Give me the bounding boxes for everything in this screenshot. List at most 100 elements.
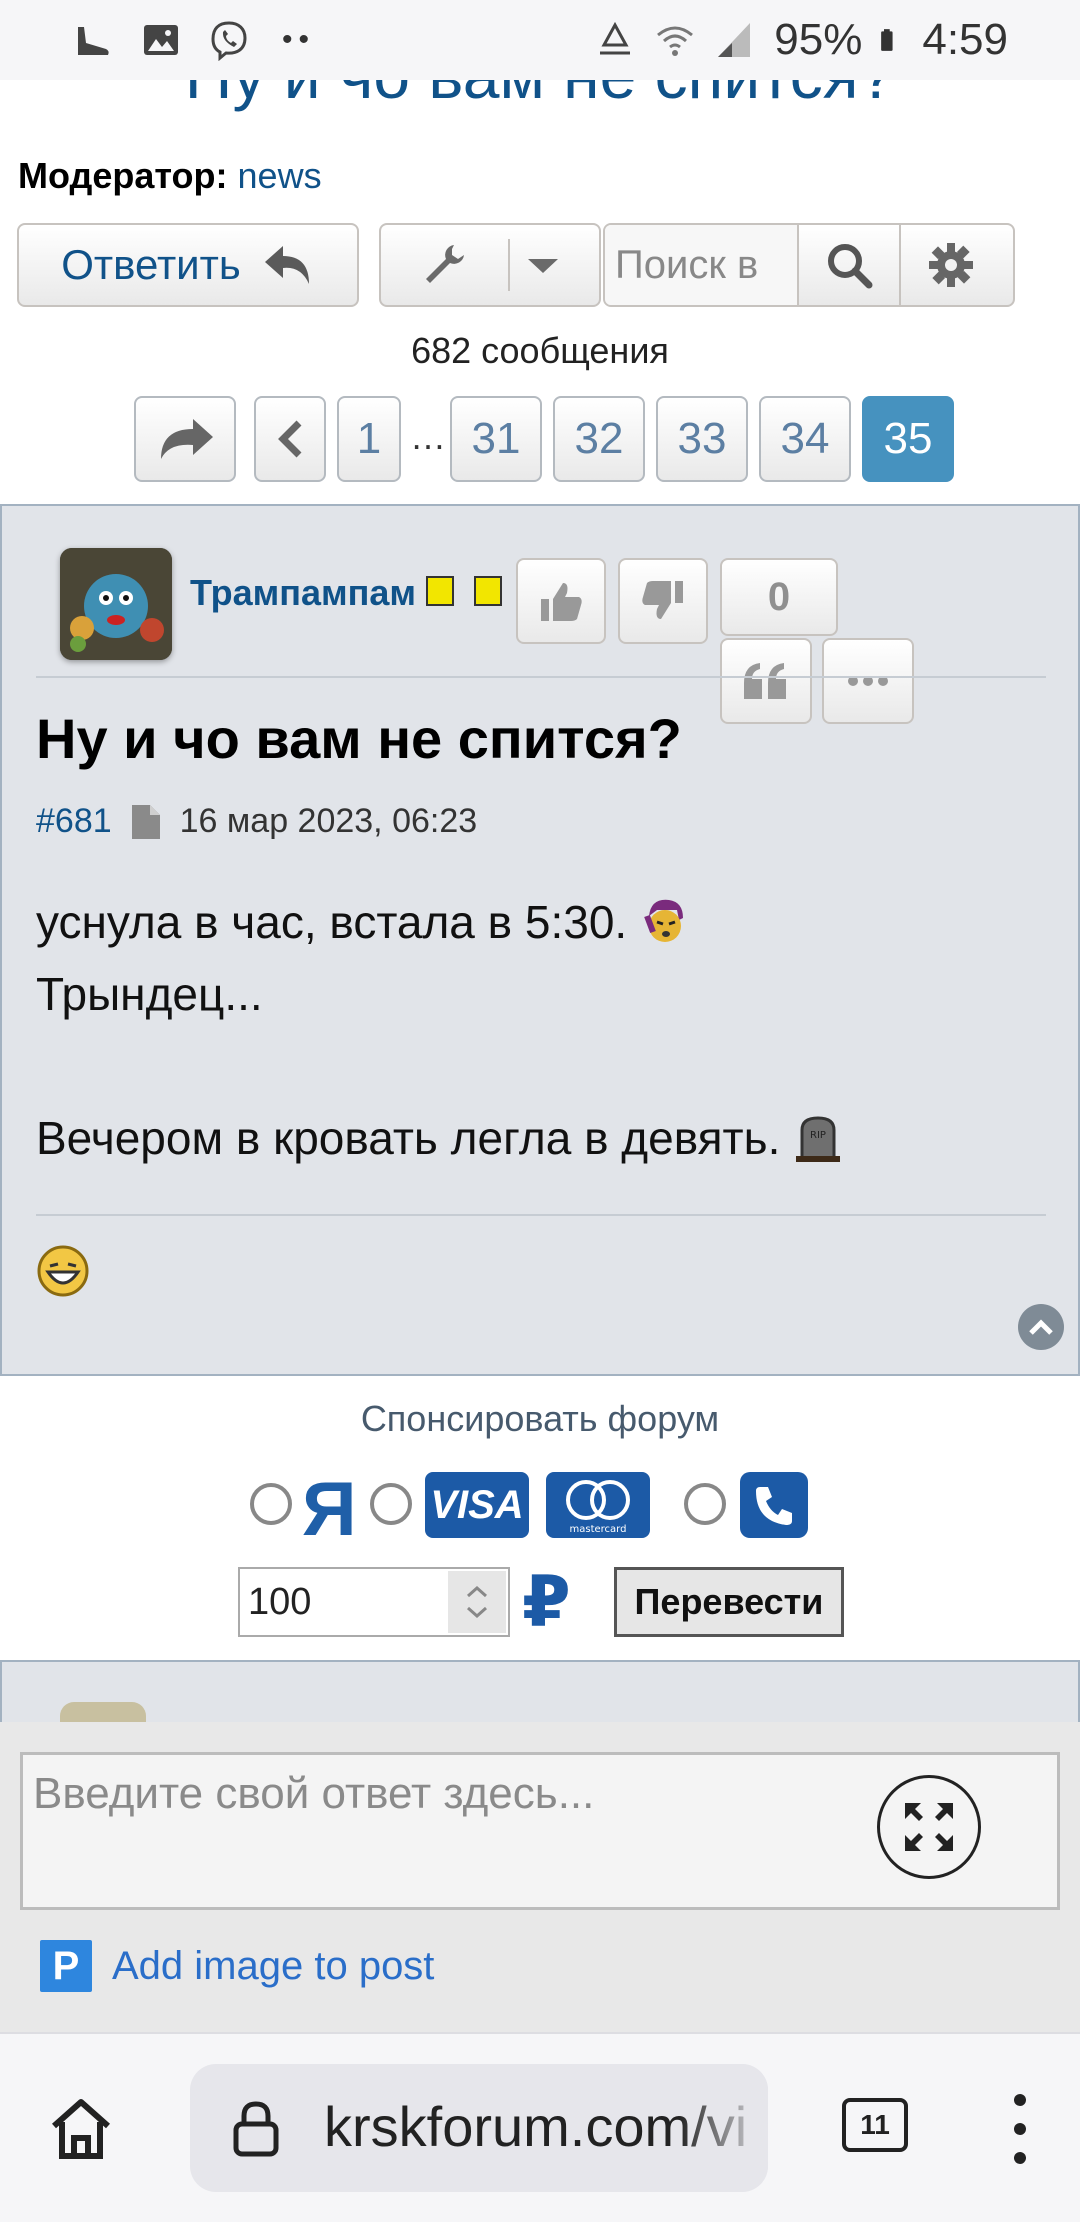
sleepy-emoji-icon (644, 899, 684, 942)
post-meta: #681 16 мар 2023, 06:23 (36, 802, 477, 841)
visa-logo: VISA (425, 1472, 529, 1538)
dislike-button[interactable] (618, 558, 708, 644)
reply-button[interactable]: Ответить (17, 223, 359, 307)
battery-icon (881, 29, 893, 51)
viber-icon (211, 21, 247, 61)
jump-to-page-button[interactable] (134, 396, 236, 482)
chevron-left-icon (278, 420, 302, 458)
clock: 4:59 (922, 15, 1008, 64)
moderator-label: Модератор: (18, 155, 228, 196)
search-icon (828, 244, 873, 289)
postimage-icon: P (40, 1940, 92, 1992)
share-arrow-icon (161, 419, 213, 459)
home-icon[interactable] (46, 2094, 116, 2164)
page-link-1[interactable]: 1 (337, 396, 401, 482)
document-icon (131, 804, 160, 839)
signal-icon (718, 23, 751, 57)
chevron-down-icon (528, 259, 558, 273)
gallery-icon (144, 25, 178, 55)
svg-text:RIP: RIP (810, 1130, 826, 1141)
post: Трампампам 0 Ну и чо вам не спится? #681… (0, 504, 1080, 1376)
quick-reply-panel: Введите свой ответ здесь... P Add image … (0, 1722, 1080, 2032)
lock-icon (233, 2101, 279, 2157)
post-subject: Ну и чо вам не спится? (36, 707, 682, 770)
post-body: уснула в час, встала в 5:30. Трындец... … (36, 886, 844, 1174)
add-image-link[interactable]: P Add image to post (40, 1940, 434, 1992)
pagination: 1 … 31 32 33 34 35 (0, 396, 1080, 482)
more-notifications-icon: •• (282, 23, 316, 56)
recycle-icon (600, 21, 631, 55)
chevron-down-icon (467, 1606, 487, 1618)
post-datetime: 16 мар 2023, 06:23 (179, 802, 478, 840)
add-image-label: Add image to post (112, 1943, 435, 1988)
rank-badge (474, 576, 502, 606)
page-link-32[interactable]: 32 (553, 396, 645, 482)
battery-percent: 95% (774, 15, 863, 64)
quote-button[interactable] (720, 638, 812, 724)
card-radio[interactable] (370, 1483, 412, 1525)
wifi-icon (657, 26, 694, 56)
chevron-up-icon (1029, 1319, 1053, 1335)
quote-icon (744, 663, 786, 699)
wrench-icon (426, 245, 464, 283)
prev-page-button[interactable] (254, 396, 326, 482)
post-header-divider (36, 676, 1046, 678)
address-bar[interactable]: krskforum.com/vi (190, 2064, 768, 2192)
post-count: 682 сообщения (411, 330, 669, 371)
username-link[interactable]: Трампампам (190, 572, 416, 614)
url-fade (678, 2064, 768, 2192)
post-text-line: уснула в час, встала в 5:30. (36, 896, 628, 948)
amount-stepper[interactable] (448, 1571, 506, 1633)
phone-radio[interactable] (684, 1483, 726, 1525)
transfer-button[interactable]: Перевести (614, 1567, 844, 1637)
tools-dropdown-button[interactable] (379, 223, 601, 307)
search-button[interactable] (797, 225, 899, 305)
page-link-33[interactable]: 33 (656, 396, 748, 482)
tools-divider (508, 239, 510, 291)
yandex-logo: Я (302, 1467, 357, 1552)
gear-icon (929, 243, 973, 287)
tombstone-emoji-icon: RIP (796, 1116, 841, 1162)
status-bar: •• 95% 4:59 (0, 0, 1080, 80)
avatar-image (60, 548, 172, 660)
laughing-emoji-icon[interactable] (36, 1244, 90, 1298)
more-options-button[interactable] (822, 638, 914, 724)
scroll-to-top-button[interactable] (1018, 1304, 1064, 1350)
reply-placeholder: Введите свой ответ здесь... (33, 1769, 595, 1818)
reply-label: Ответить (61, 241, 241, 288)
post-number-link[interactable]: #681 (36, 802, 112, 841)
thread-toolbar: Ответить Поиск в (17, 223, 1067, 307)
amount-value: 100 (248, 1581, 312, 1623)
rating-count: 0 (720, 558, 838, 636)
amount-row: 100 ₽ Перевести (0, 1563, 1080, 1641)
advanced-search-button[interactable] (899, 225, 1001, 305)
expand-editor-button[interactable] (877, 1775, 981, 1879)
page-current-35: 35 (862, 396, 954, 482)
amount-input[interactable]: 100 (238, 1567, 510, 1637)
sponsor-title: Спонсировать форум (360, 1398, 720, 1439)
page-ellipsis: … (410, 416, 446, 457)
thumbs-up-icon (541, 583, 582, 621)
browser-menu-icon[interactable] (1010, 2094, 1030, 2164)
page-link-34[interactable]: 34 (759, 396, 851, 482)
tabs-button[interactable]: 11 (842, 2098, 908, 2152)
avatar[interactable] (60, 548, 172, 660)
yandex-radio[interactable] (250, 1483, 292, 1525)
page-link-31[interactable]: 31 (450, 396, 542, 482)
moderator-link[interactable]: news (238, 155, 322, 196)
post-text-line: Вечером в кровать легла в девять. (36, 1112, 781, 1164)
mastercard-logo: mastercard (546, 1472, 650, 1538)
sneaker-icon (78, 27, 109, 55)
thumbs-down-icon (642, 581, 683, 619)
post-text-line: Трындец... (36, 968, 263, 1020)
chevron-up-icon (467, 1586, 487, 1598)
reply-textarea[interactable]: Введите свой ответ здесь... (20, 1752, 1060, 1910)
phone-payment-logo (740, 1472, 808, 1538)
like-button[interactable] (516, 558, 606, 644)
expand-arrows-icon (905, 1803, 953, 1851)
search-input[interactable]: Поиск в (605, 225, 797, 305)
reply-arrow-icon (264, 246, 309, 284)
phone-icon (756, 1487, 792, 1525)
post-footer-divider (36, 1214, 1046, 1216)
payment-methods: Я VISA mastercard (0, 1467, 1080, 1552)
